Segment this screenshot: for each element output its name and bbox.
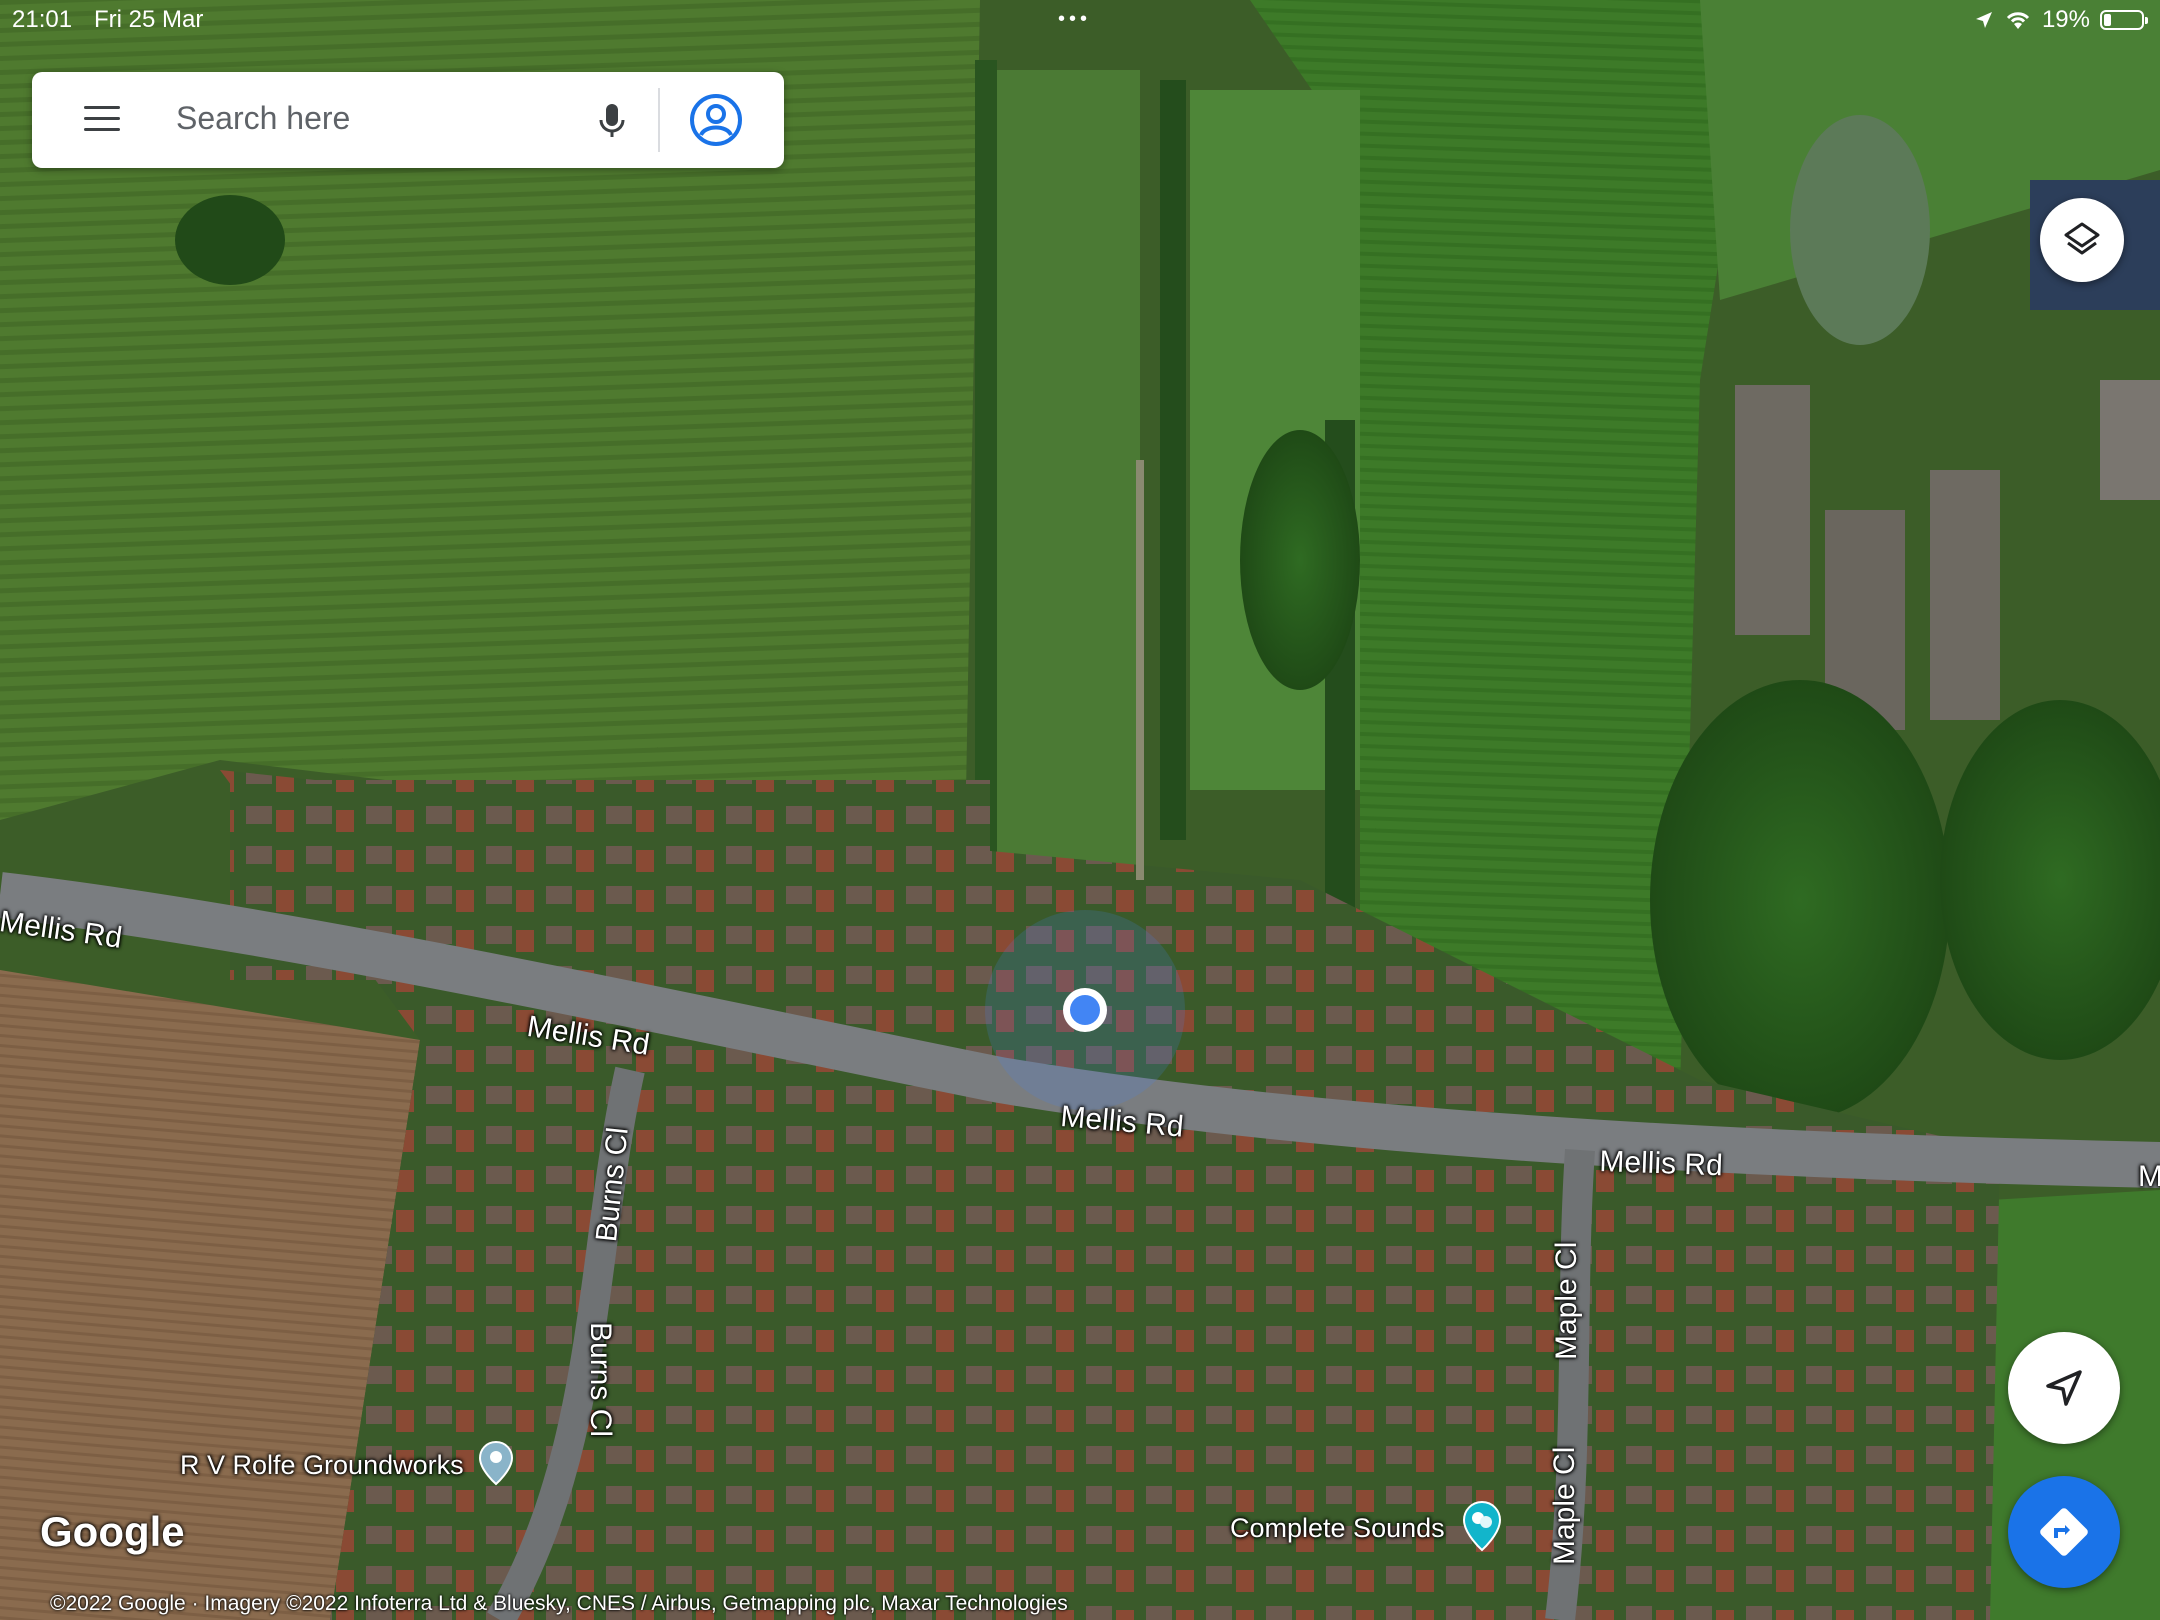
place-label-rv-rolfe[interactable]: R V Rolfe Groundworks	[180, 1450, 464, 1481]
trees	[1240, 430, 1360, 690]
layers-icon	[2064, 222, 2100, 255]
map-attribution[interactable]: ©2022 Google · Imagery ©2022 Infoterra L…	[50, 1592, 1068, 1616]
hedge	[1160, 80, 1186, 840]
my-location-button[interactable]	[2008, 1332, 2120, 1444]
road-label: Burns Cl	[584, 1322, 617, 1438]
search-input[interactable]: Search here	[176, 100, 350, 137]
theater-pin-icon[interactable]	[1462, 1500, 1502, 1552]
road-label: Mellis Rd	[1598, 1145, 1724, 1183]
status-bar: 21:01 Fri 25 Mar ••• 19%	[0, 0, 2160, 40]
garden	[990, 70, 1140, 930]
road-label: Maple Cl	[1550, 1241, 1583, 1360]
farm-building	[2100, 380, 2160, 500]
trees	[175, 195, 285, 285]
battery-percent: 19%	[2041, 6, 2090, 33]
menu-icon[interactable]	[84, 106, 120, 134]
farm-building	[1930, 470, 2000, 720]
account-icon[interactable]	[688, 92, 744, 148]
location-arrow-icon	[1975, 12, 1992, 28]
farm-building	[1735, 385, 1810, 635]
status-date: Fri 25 Mar	[94, 6, 204, 33]
mic-icon[interactable]	[590, 98, 634, 142]
directions-button[interactable]	[2008, 1476, 2120, 1588]
trees	[1650, 680, 1950, 1120]
pond	[1790, 115, 1930, 345]
battery-icon	[2100, 10, 2148, 30]
status-time: 21:01	[12, 6, 73, 33]
directions-icon	[2040, 1508, 2088, 1556]
road-label: Maple Cl	[1548, 1446, 1581, 1565]
wifi-icon	[2006, 12, 2030, 29]
current-location-dot-inner	[1070, 995, 1100, 1025]
search-bar[interactable]: Search here	[32, 72, 784, 168]
layers-button[interactable]	[2040, 198, 2124, 282]
divider	[658, 88, 660, 152]
road-label: M	[2138, 1160, 2160, 1193]
google-logo: Google	[40, 1508, 185, 1555]
navigation-arrow-icon	[2046, 1370, 2082, 1406]
place-label-complete-sounds[interactable]: Complete Sounds	[1230, 1513, 1445, 1544]
multitasking-dots-icon[interactable]: •••	[1058, 8, 1091, 31]
satellite-map[interactable]	[0, 0, 2160, 1620]
place-pin-icon[interactable]	[478, 1440, 514, 1486]
